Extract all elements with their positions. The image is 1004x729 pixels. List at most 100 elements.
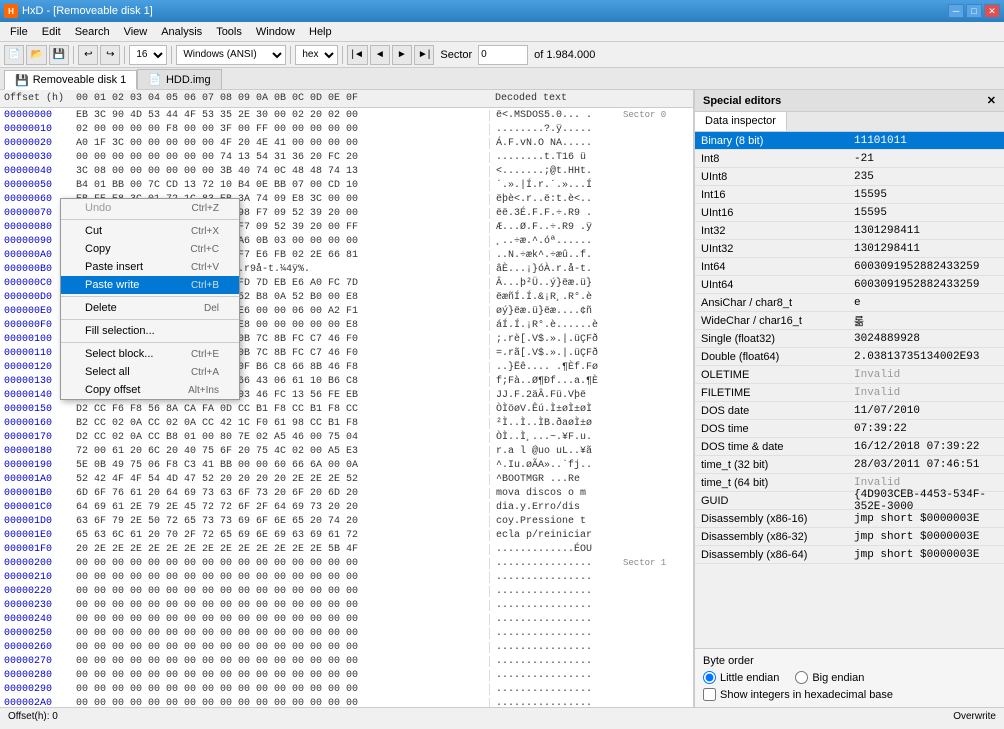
inspector-row[interactable]: AnsiChar / char8_te: [695, 294, 1004, 312]
inspector-row[interactable]: Single (float32)3024889928: [695, 330, 1004, 348]
maximize-button[interactable]: □: [966, 4, 982, 18]
menu-analysis[interactable]: Analysis: [155, 24, 208, 40]
inspector-row[interactable]: DOS date11/07/2010: [695, 402, 1004, 420]
menu-tools[interactable]: Tools: [210, 24, 248, 40]
menu-view[interactable]: View: [118, 24, 154, 40]
size-select[interactable]: 16: [129, 45, 167, 65]
close-button[interactable]: ✕: [984, 4, 1000, 18]
go-end-button[interactable]: ►|: [414, 45, 435, 65]
inspector-row[interactable]: Binary (8 bit)11101011: [695, 132, 1004, 150]
data-inspector-tab[interactable]: Data inspector: [695, 112, 787, 131]
context-menu-item-paste-write[interactable]: Paste writeCtrl+B: [61, 276, 239, 294]
go-start-button[interactable]: |◄: [347, 45, 368, 65]
inspector-row[interactable]: Double (float64)2.03813735134002E93: [695, 348, 1004, 366]
hex-row[interactable]: 0000022000 00 00 00 00 00 00 00 00 00 00…: [0, 584, 693, 598]
inspector-row[interactable]: Int321301298411: [695, 222, 1004, 240]
hex-row[interactable]: 000001D063 6F 79 2E 50 72 65 73 73 69 6F…: [0, 514, 693, 528]
inspector-row[interactable]: Int8-21: [695, 150, 1004, 168]
big-endian-label: Big endian: [812, 672, 864, 684]
inspector-row[interactable]: OLETIMEInvalid: [695, 366, 1004, 384]
inspector-row[interactable]: Disassembly (x86-64)jmp short $0000003E: [695, 546, 1004, 564]
inspector-row[interactable]: DOS time & date16/12/2018 07:39:22: [695, 438, 1004, 456]
position-input[interactable]: [478, 45, 528, 65]
big-endian-radio[interactable]: [795, 671, 808, 684]
inspector-row[interactable]: UInt8235: [695, 168, 1004, 186]
tab-icon-hdd: 📄: [148, 73, 162, 86]
hex-checkbox-row[interactable]: Show integers in hexadecimal base: [703, 688, 996, 701]
menu-window[interactable]: Window: [250, 24, 301, 40]
hex-row[interactable]: 000001F020 2E 2E 2E 2E 2E 2E 2E 2E 2E 2E…: [0, 542, 693, 556]
hex-row[interactable]: 000001905E 0B 49 75 06 F8 C3 41 BB 00 00…: [0, 458, 693, 472]
hex-row[interactable]: 000001A052 42 4F 4F 54 4D 47 52 20 20 20…: [0, 472, 693, 486]
menu-edit[interactable]: Edit: [36, 24, 67, 40]
big-endian-option[interactable]: Big endian: [795, 671, 864, 684]
context-menu-item-select-block[interactable]: Select block...Ctrl+E: [61, 345, 239, 363]
offset-status: Offset(h): 0: [8, 711, 58, 722]
decoded-text: mova discos o m: [489, 488, 619, 499]
context-menu-item-select-all[interactable]: Select allCtrl+A: [61, 363, 239, 381]
hex-row[interactable]: 00000160B2 CC 02 0A CC 02 0A CC 42 1C F0…: [0, 416, 693, 430]
inspector-row[interactable]: UInt646003091952882433259: [695, 276, 1004, 294]
tab-removeable-disk[interactable]: 💾 Removeable disk 1: [4, 70, 137, 90]
context-menu-item-fill-selection[interactable]: Fill selection...: [61, 322, 239, 340]
inspector-row[interactable]: Int1615595: [695, 186, 1004, 204]
hex-row[interactable]: 0000018072 00 61 20 6C 20 40 75 6F 20 75…: [0, 444, 693, 458]
hex-row[interactable]: 0000029000 00 00 00 00 00 00 00 00 00 00…: [0, 682, 693, 696]
hex-row[interactable]: 0000001002 00 00 00 00 F8 00 00 3F 00 FF…: [0, 122, 693, 136]
inspector-row[interactable]: Disassembly (x86-16)jmp short $0000003E: [695, 510, 1004, 528]
context-menu-item-copy[interactable]: CopyCtrl+C: [61, 240, 239, 258]
hex-row[interactable]: 0000024000 00 00 00 00 00 00 00 00 00 00…: [0, 612, 693, 626]
inspector-row[interactable]: FILETIMEInvalid: [695, 384, 1004, 402]
hex-row[interactable]: 0000020000 00 00 00 00 00 00 00 00 00 00…: [0, 556, 693, 570]
inspector-row[interactable]: UInt321301298411: [695, 240, 1004, 258]
inspector-value: jmp short $0000003E: [850, 531, 1004, 543]
inspector-row[interactable]: WideChar / char16_t롦: [695, 312, 1004, 330]
hex-row[interactable]: 00000170D2 CC 02 0A CC B8 01 00 80 7E 02…: [0, 430, 693, 444]
hex-row[interactable]: 0000027000 00 00 00 00 00 00 00 00 00 00…: [0, 654, 693, 668]
menu-search[interactable]: Search: [69, 24, 116, 40]
hex-row[interactable]: 00000150D2 CC F6 F8 56 8A CA FA 0D CC B1…: [0, 402, 693, 416]
go-next-button[interactable]: ►: [392, 45, 412, 65]
display-select[interactable]: hex: [295, 45, 338, 65]
inspector-row[interactable]: time_t (32 bit)28/03/2011 07:46:51: [695, 456, 1004, 474]
hex-row[interactable]: 000000403C 08 00 00 00 00 00 00 3B 40 74…: [0, 164, 693, 178]
hex-checkbox[interactable]: [703, 688, 716, 701]
panel-close-icon[interactable]: ✕: [987, 94, 996, 107]
inspector-row[interactable]: Disassembly (x86-32)jmp short $0000003E: [695, 528, 1004, 546]
new-button[interactable]: 📄: [4, 45, 24, 65]
save-button[interactable]: 💾: [49, 45, 69, 65]
hex-row[interactable]: 0000023000 00 00 00 00 00 00 00 00 00 00…: [0, 598, 693, 612]
context-menu-item-cut[interactable]: CutCtrl+X: [61, 222, 239, 240]
decoded-text: ................: [489, 670, 619, 681]
menu-help[interactable]: Help: [303, 24, 338, 40]
inspector-row[interactable]: Int646003091952882433259: [695, 258, 1004, 276]
hex-row[interactable]: 000001C064 69 61 2E 79 2E 45 72 72 6F 2F…: [0, 500, 693, 514]
hex-row[interactable]: 0000028000 00 00 00 00 00 00 00 00 00 00…: [0, 668, 693, 682]
minimize-button[interactable]: ─: [948, 4, 964, 18]
inspector-row[interactable]: GUID{4D903CEB-4453-534F-352E-3000: [695, 492, 1004, 510]
menu-file[interactable]: File: [4, 24, 34, 40]
context-menu-item-paste-insert[interactable]: Paste insertCtrl+V: [61, 258, 239, 276]
encoding-select[interactable]: Windows (ANSI): [176, 45, 286, 65]
inspector-row[interactable]: UInt1615595: [695, 204, 1004, 222]
inspector-row[interactable]: DOS time07:39:22: [695, 420, 1004, 438]
open-button[interactable]: 📂: [26, 45, 46, 65]
hex-row[interactable]: 000001B06D 6F 76 61 20 64 69 73 63 6F 73…: [0, 486, 693, 500]
hex-row[interactable]: 0000025000 00 00 00 00 00 00 00 00 00 00…: [0, 626, 693, 640]
hex-row[interactable]: 000002A000 00 00 00 00 00 00 00 00 00 00…: [0, 696, 693, 707]
little-endian-radio[interactable]: [703, 671, 716, 684]
redo-button[interactable]: ↪: [100, 45, 120, 65]
hex-row[interactable]: 000001E065 63 6C 61 20 70 2F 72 65 69 6E…: [0, 528, 693, 542]
hex-row[interactable]: 00000000EB 3C 90 4D 53 44 4F 53 35 2E 30…: [0, 108, 693, 122]
hex-row[interactable]: 0000003000 00 00 00 00 00 00 00 74 13 54…: [0, 150, 693, 164]
tab-hdd-img[interactable]: 📄 HDD.img: [137, 69, 221, 89]
hex-row[interactable]: 00000050B4 01 BB 00 7C CD 13 72 10 B4 0E…: [0, 178, 693, 192]
context-menu-item-copy-offset[interactable]: Copy offsetAlt+Ins: [61, 381, 239, 399]
hex-row[interactable]: 00000020A0 1F 3C 00 00 00 00 00 4F 20 4E…: [0, 136, 693, 150]
go-prev-button[interactable]: ◄: [370, 45, 390, 65]
context-menu-item-delete[interactable]: DeleteDel: [61, 299, 239, 317]
little-endian-option[interactable]: Little endian: [703, 671, 779, 684]
undo-button[interactable]: ↩: [78, 45, 98, 65]
hex-row[interactable]: 0000021000 00 00 00 00 00 00 00 00 00 00…: [0, 570, 693, 584]
hex-row[interactable]: 0000026000 00 00 00 00 00 00 00 00 00 00…: [0, 640, 693, 654]
